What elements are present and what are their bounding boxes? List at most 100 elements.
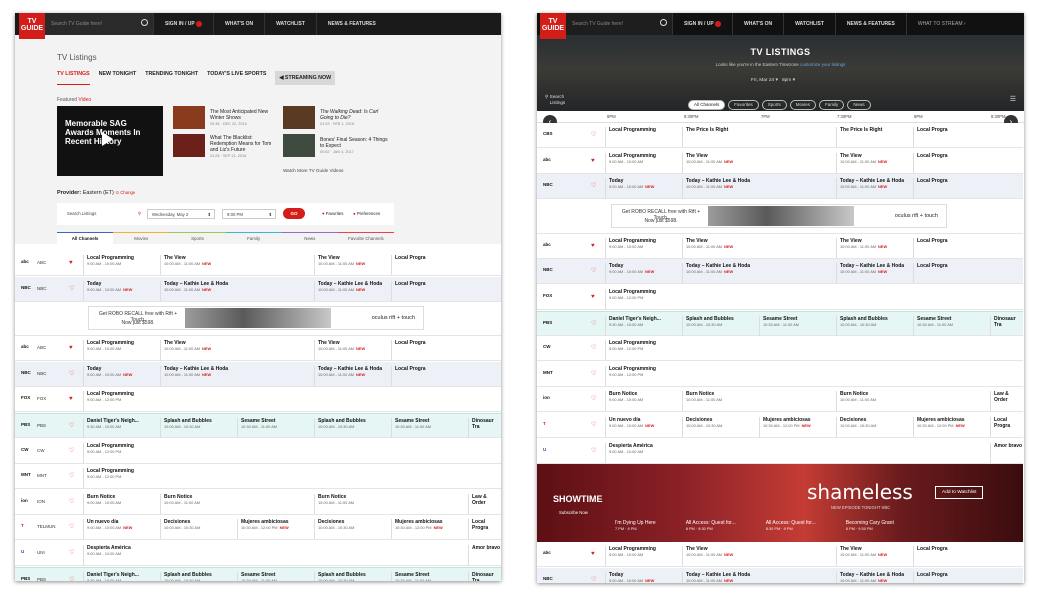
program-cell[interactable]: Sesame Street 10:30 AM - 11:00 AM [391,571,431,581]
nav-watchlist[interactable]: WATCHLIST [264,13,316,35]
program-cell[interactable]: Local Programming 9:00 AM - 10:00 AM [83,340,134,361]
pill-family[interactable]: Family [819,99,845,110]
customize-link[interactable]: customize your listings [800,62,845,67]
search-input[interactable]: Search TV Guide here! [566,13,672,35]
favorites-toggle[interactable]: ♥ Favorites [322,211,343,216]
program-cell[interactable]: Splash and Bubbles 10:00 AM - 10:30 AM [160,418,212,438]
favorite-heart-icon[interactable]: ♡ [69,577,74,581]
nav-what-to-stream[interactable]: WHAT TO STREAM › [905,13,977,35]
program-cell[interactable]: Today 9:00 AM - 10:00 AM NEW [605,178,654,199]
favorite-heart-icon[interactable]: ♡ [591,183,596,189]
pill-sports[interactable]: Sports [761,99,787,110]
program-cell[interactable]: Local Progra [913,178,948,199]
video-item[interactable]: The Most Anticipated New Winter Shows 09:… [210,109,280,127]
cat-family[interactable]: Family [225,232,282,244]
program-cell[interactable]: Local Programming 9:00 AM - 10:00 AM [605,152,656,173]
nav-signin[interactable]: SIGN IN / UP [153,13,213,35]
favorite-heart-icon[interactable]: ♡ [591,422,596,428]
oculus-ad[interactable]: Get ROBO RECALL free with Rift + Touch. N… [611,203,947,228]
program-cell[interactable]: Splash and Bubbles 10:00 AM - 10:30 AM [160,571,212,581]
program-cell[interactable]: The View 10:00 AM - 11:00 AM NEW [314,255,365,275]
program-cell[interactable]: Sesame Street 10:30 AM - 11:00 AM [391,418,431,438]
favorite-heart-icon[interactable]: ♡ [591,321,596,327]
tab-trending[interactable]: TRENDING TONIGHT [145,71,198,85]
tab-live-sports[interactable]: TODAY'S LIVE SPORTS [207,71,266,85]
cat-movies[interactable]: Movies [113,232,170,244]
nav-whats-on[interactable]: WHAT'S ON [732,13,783,35]
program-cell[interactable]: Sesame Street 10:30 AM - 11:00 AM [237,418,277,438]
program-cell[interactable]: Local Programming 9:00 AM - 10:00 AM [605,546,656,567]
program-cell[interactable]: Today – Kathie Lee & Hoda 10:00 AM - 11:0… [314,365,382,386]
program-cell[interactable]: Local Progra [913,127,948,147]
favorite-heart-icon[interactable]: ♥ [591,158,595,164]
program-cell[interactable]: Daniel Tiger's Neigh... 9:30 AM - 10:00 A… [605,315,661,336]
program-cell[interactable]: Local Progra [913,152,948,173]
program-cell[interactable]: The View 10:00 AM - 11:00 AM NEW [836,152,887,173]
program-cell[interactable]: Sesame Street 10:30 AM - 11:00 AM [913,315,953,336]
program-cell[interactable]: Local Progra [391,365,426,386]
cat-favorites[interactable]: Favorite Channels [337,232,395,244]
program-cell[interactable]: Daniel Tiger's Neigh... 9:30 AM - 10:00 A… [83,418,139,438]
episode-item[interactable]: Becoming Cary Grant 8 PM · 9:30 PM [846,520,894,531]
cat-news[interactable]: News [281,232,338,244]
program-cell[interactable]: The View 10:00 AM - 11:00 AM NEW [682,152,733,173]
program-cell[interactable]: The View 10:00 AM - 11:00 AM NEW [160,340,211,361]
program-cell[interactable]: The Price Is Right [836,127,882,147]
search-listings[interactable]: ⚲ Search Listings [545,94,572,106]
episode-item[interactable]: I'm Dying Up Here 7 PM · 8 PM [615,520,656,531]
program-cell[interactable]: Mujeres ambiciosas 10:30 AM - 12:00 PM NEW [913,417,965,437]
program-cell[interactable]: Burn Notice 9:00 AM - 10:00 AM [605,391,643,412]
favorite-heart-icon[interactable]: ♡ [69,473,74,479]
pill-movies[interactable]: Movies [789,99,817,110]
program-cell[interactable]: The View 10:00 AM - 11:00 AM NEW [682,546,733,567]
oculus-ad[interactable]: Get ROBO RECALL free with Rift + Touch. N… [88,306,424,331]
favorite-heart-icon[interactable]: ♡ [591,371,596,377]
nav-watchlist[interactable]: WATCHLIST [783,13,835,35]
program-cell[interactable]: Decisiones 10:00 AM - 10:30 AM [314,519,354,540]
program-cell[interactable]: Amor bravo [990,442,1022,463]
tab-tv-listings[interactable]: TV LISTINGS [57,71,90,85]
episode-item[interactable]: All Access: Quest for... 8 PM · 8:30 PM [686,520,736,531]
program-cell[interactable]: Sesame Street 10:30 AM - 11:00 AM [759,315,799,336]
program-cell[interactable]: Local Progra [913,571,948,583]
program-cell[interactable]: Local Programming 9:00 AM - 12:00 PM [605,340,656,361]
favorite-heart-icon[interactable]: ♡ [69,371,74,377]
program-cell[interactable]: Local Progra [913,237,948,258]
pill-favorites[interactable]: Favorites [728,99,759,110]
pill-all[interactable]: All Channels [688,99,726,110]
favorite-heart-icon[interactable]: ♡ [591,132,596,138]
program-cell[interactable]: Un nuevo día 9:00 AM - 10:00 AM NEW [605,417,654,437]
program-cell[interactable]: Today – Kathie Lee & Hoda 10:00 AM - 11:0… [160,365,228,386]
program-cell[interactable]: Dinosaur Tra [990,315,1023,336]
program-cell[interactable]: Decisiones 10:00 AM - 10:30 AM [836,417,876,437]
favorite-heart-icon[interactable]: ♡ [69,448,74,454]
program-cell[interactable]: The Price Is Right [682,127,728,147]
date-select[interactable]: Wednesday, May 2 ⬍ [147,209,215,219]
preferences-toggle[interactable]: ● Preferences [353,211,380,216]
program-cell[interactable]: Local Progra [391,280,426,301]
favorite-heart-icon[interactable]: ♡ [69,499,74,505]
favorite-heart-icon[interactable]: ♥ [69,396,73,402]
add-to-watchlist-button[interactable]: Add to Watchlist [935,486,984,500]
program-cell[interactable]: Sesame Street 10:30 AM - 11:00 AM [237,571,277,581]
program-cell[interactable]: Splash and Bubbles 10:00 AM - 10:30 AM [682,315,734,336]
program-cell[interactable]: Local Programming 9:00 AM - 12:00 PM [83,442,134,463]
program-cell[interactable]: Dinosaur Tra [468,571,501,581]
program-cell[interactable]: Today 9:00 AM - 10:00 AM NEW [83,365,132,386]
date-time-select[interactable]: Fri, Mar 24 ▾ 8pm ▾ [751,78,795,83]
program-cell[interactable]: Burn Notice 9:00 AM - 10:00 AM [83,493,121,514]
favorite-heart-icon[interactable]: ♡ [69,423,74,429]
time-select[interactable]: 9:00 PM ⬍ [222,209,276,219]
go-button[interactable]: GO [283,208,305,219]
program-cell[interactable]: Burn Notice 10:00 AM - 11:00 AM [314,493,354,514]
program-cell[interactable]: Local Progra [913,263,948,284]
cat-all-channels[interactable]: All Channels [57,232,114,244]
program-cell[interactable]: Local Progra [391,255,426,275]
program-cell[interactable]: Today – Kathie Lee & Hoda 10:00 AM - 11:0… [836,178,904,199]
cat-sports[interactable]: Sports [169,232,226,244]
program-cell[interactable]: Burn Notice 10:00 AM - 11:00 AM [682,391,722,412]
video-item[interactable]: Bones' Final Season: 4 Things to Expect 0… [320,137,390,155]
program-cell[interactable]: Splash and Bubbles 10:00 AM - 10:30 AM [836,315,888,336]
featured-video[interactable]: Memorable SAG Awards Moments In Recent H… [57,106,163,176]
program-cell[interactable]: Mujeres ambiciosas 10:30 AM - 12:00 PM NEW [237,519,289,540]
